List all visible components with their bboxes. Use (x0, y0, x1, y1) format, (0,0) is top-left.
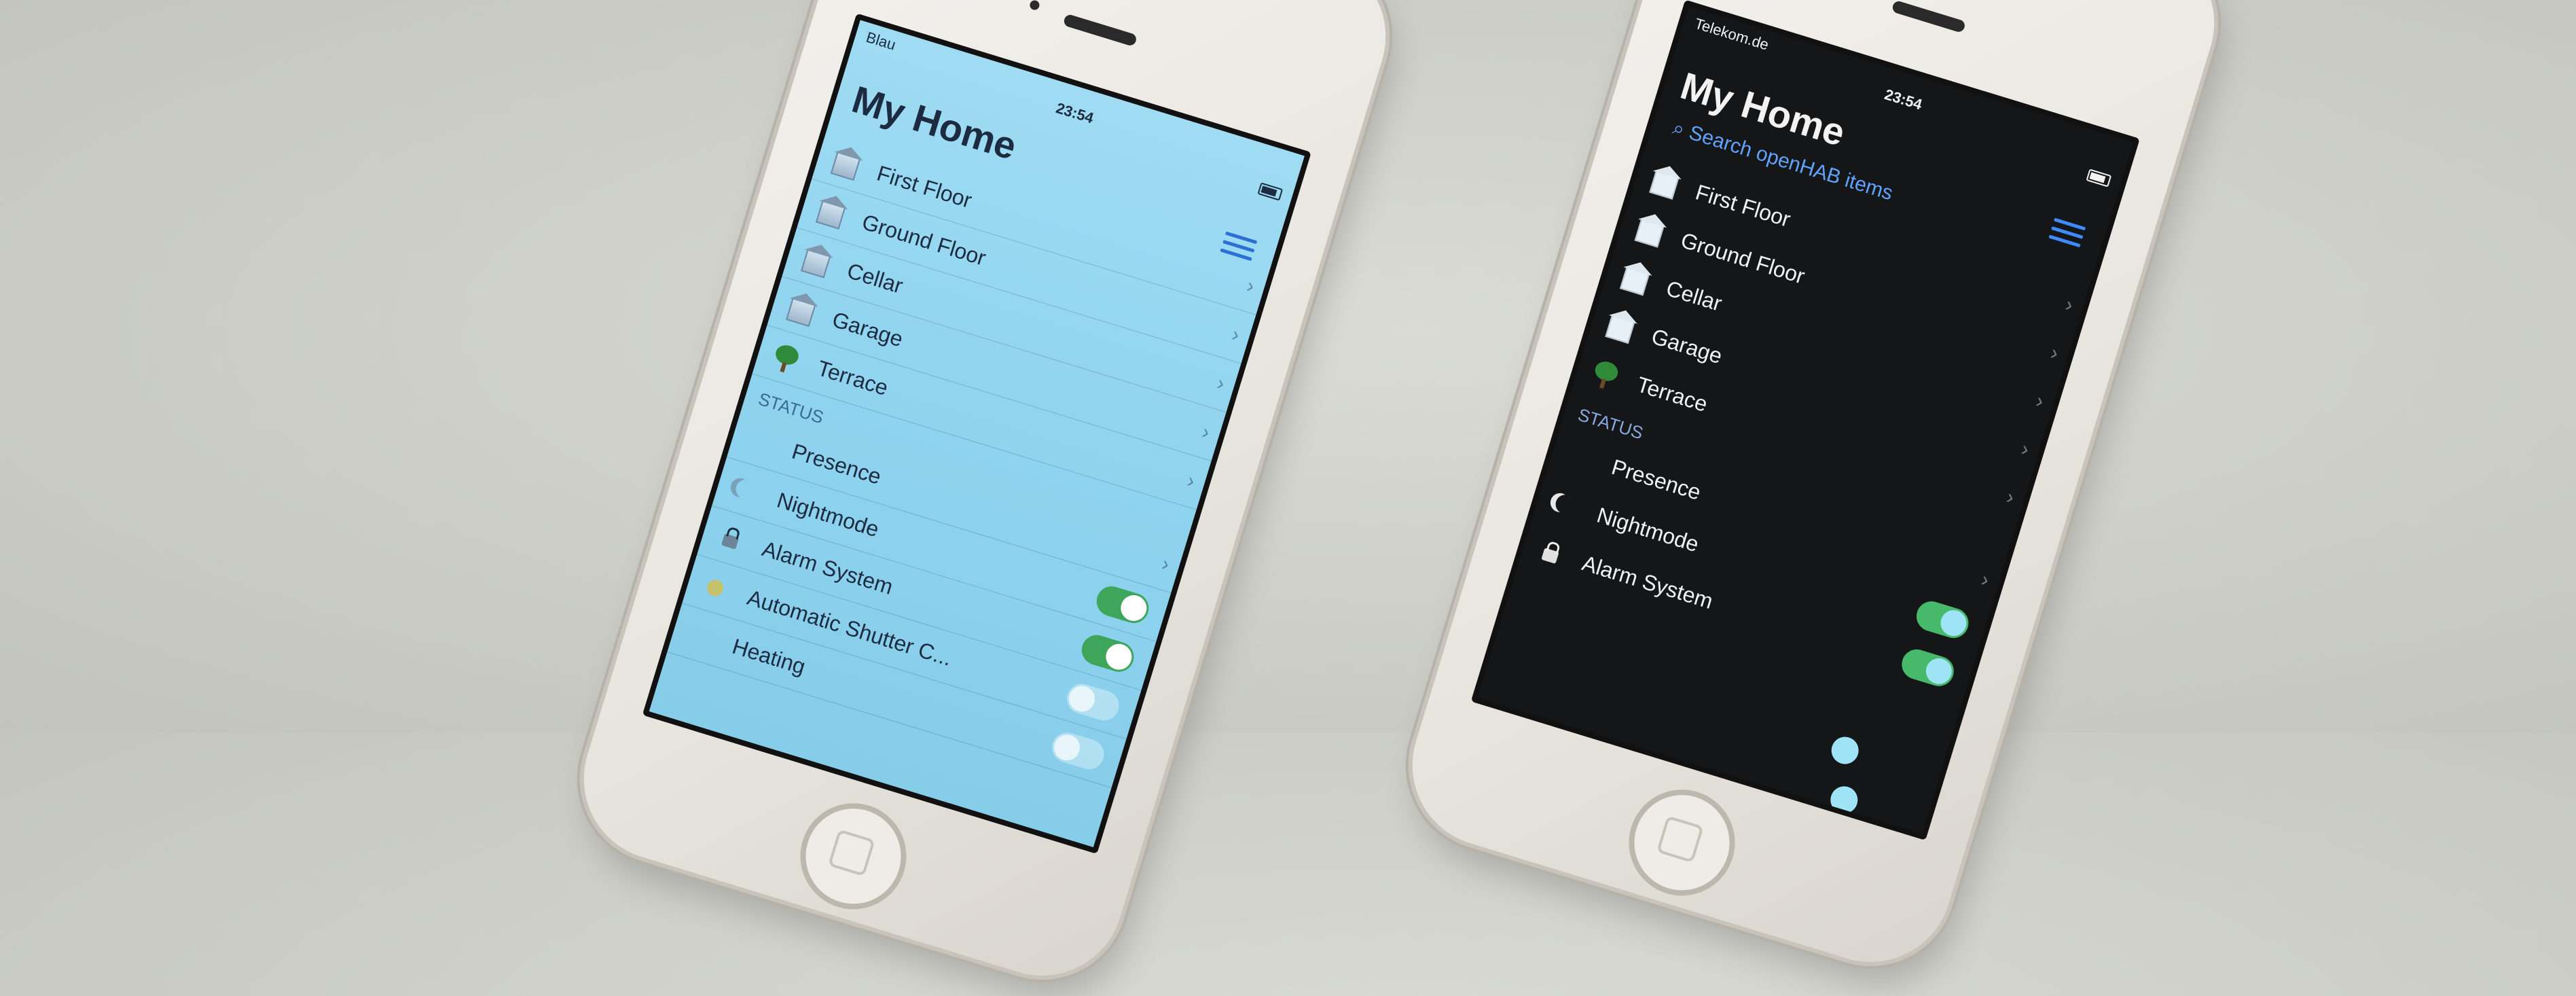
alarm-system-toggle[interactable] (1078, 631, 1138, 676)
chevron-right-icon: › (1978, 568, 1992, 592)
moon-icon (728, 471, 763, 508)
chevron-right-icon: › (1199, 421, 1213, 444)
alarm-system-toggle[interactable] (1898, 645, 1958, 690)
chevron-right-icon: › (2003, 485, 2017, 510)
hamburger-menu-icon[interactable] (2048, 217, 2086, 250)
house-icon (1632, 211, 1667, 248)
nightmode-toggle[interactable] (1912, 597, 1972, 642)
heating-toggle[interactable] (1048, 728, 1108, 773)
lock-icon (1533, 534, 1567, 571)
left-phone: Blau 23:54 My Home First Floor › Ground … (563, 0, 1407, 996)
tree-icon (768, 339, 803, 376)
toggle-knob (1827, 783, 1862, 817)
home-button[interactable] (787, 789, 920, 923)
automatic-shutter-toggle[interactable] (1063, 680, 1123, 724)
chevron-right-icon: › (2048, 341, 2061, 365)
places-list: First Floor › Ground Floor › Cellar › Ga… (667, 130, 1271, 788)
tree-icon (1588, 355, 1622, 392)
house-icon (1646, 163, 1681, 200)
lock-icon (713, 520, 748, 556)
chevron-right-icon: › (1214, 372, 1228, 395)
chevron-right-icon: › (2063, 293, 2076, 317)
toggle-knob (1828, 733, 1862, 768)
chevron-right-icon: › (1229, 323, 1243, 347)
chevron-right-icon: › (1184, 469, 1198, 493)
nightmode-toggle[interactable] (1093, 582, 1153, 627)
earpiece-speaker (1891, 0, 1967, 34)
left-screen: Blau 23:54 My Home First Floor › Ground … (642, 13, 1311, 854)
search-icon: ⌕ (1670, 116, 1688, 141)
house-icon (783, 290, 818, 327)
proximity-sensor (1028, 0, 1041, 12)
chevron-right-icon: › (2033, 389, 2047, 413)
house-icon (1617, 260, 1652, 296)
chevron-right-icon: › (1159, 552, 1172, 576)
chevron-right-icon: › (1244, 274, 1258, 298)
right-phone: Telekom.de 23:54 My Home ⌕ Search openHA… (1392, 0, 2235, 982)
moon-icon (1548, 486, 1582, 522)
right-screen: Telekom.de 23:54 My Home ⌕ Search openHA… (1470, 0, 2140, 840)
gauge-icon (683, 617, 718, 654)
earpiece-speaker (1062, 13, 1138, 48)
dot-icon (698, 569, 733, 605)
chevron-right-icon: › (2018, 437, 2032, 461)
home-button[interactable] (1616, 776, 1748, 909)
house-icon (1602, 307, 1637, 344)
house-icon (813, 193, 848, 230)
places-list: First Floor › Ground Floor › Cellar › Ga… (1517, 149, 2090, 705)
house-icon (828, 144, 863, 181)
house-icon (798, 242, 833, 279)
